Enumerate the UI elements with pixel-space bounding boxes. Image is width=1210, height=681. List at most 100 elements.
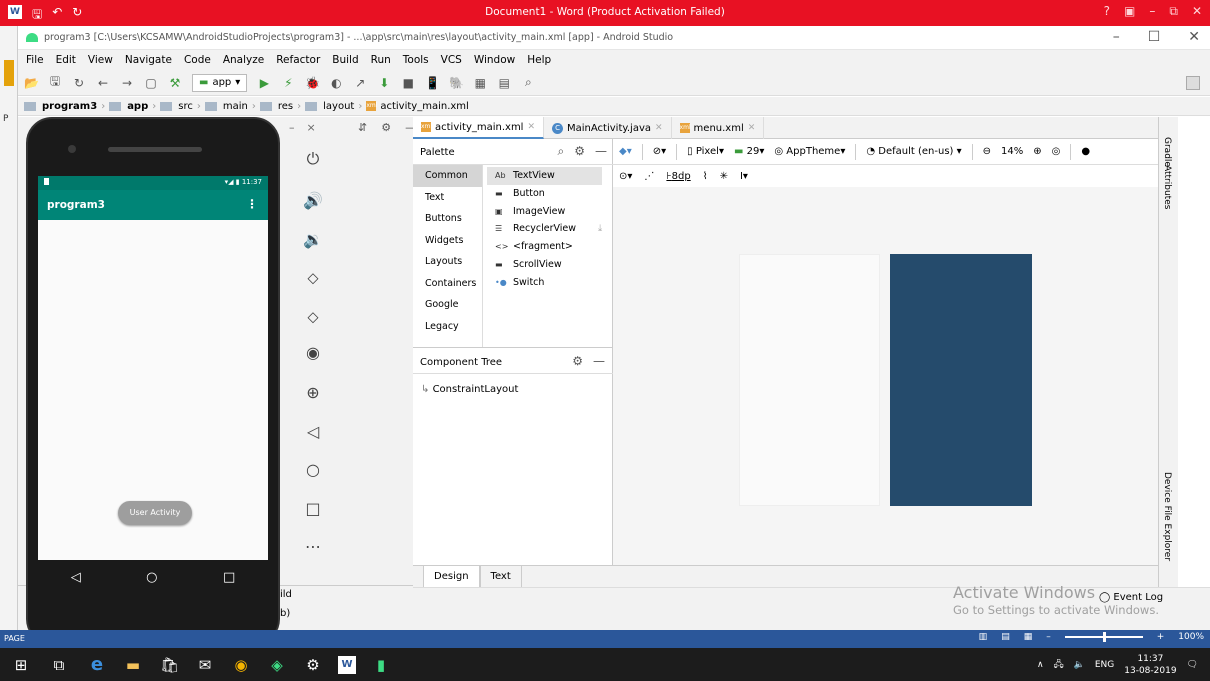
emulator-close-button[interactable]: × <box>307 121 316 134</box>
zoom-in-button[interactable]: + <box>1157 632 1165 642</box>
close-button[interactable]: ✕ <box>1192 4 1202 19</box>
help-button[interactable]: ? <box>1104 4 1110 19</box>
download-icon[interactable]: ⤓ <box>598 220 602 238</box>
edge-icon[interactable]: e <box>88 656 106 674</box>
palette-category[interactable]: Containers <box>413 273 482 295</box>
breadcrumb-item[interactable]: main <box>223 101 248 112</box>
palette-category[interactable]: Layouts <box>413 251 482 273</box>
project-structure-icon[interactable]: ▤ <box>497 76 511 90</box>
tab-design[interactable]: Design <box>423 566 480 588</box>
stop-icon[interactable]: ■ <box>401 76 415 90</box>
forward-arrow-icon[interactable]: → <box>120 76 134 90</box>
power-icon[interactable]: ⏻ <box>303 149 323 169</box>
avd-manager-icon[interactable]: 📱 <box>425 76 440 90</box>
emulator-minimize-button[interactable]: – <box>289 121 295 134</box>
clear-constraints-icon[interactable]: ⌇ <box>703 171 708 182</box>
rotate-right-icon[interactable]: ⬦ <box>303 307 323 327</box>
design-canvas[interactable] <box>613 187 1158 565</box>
split-icon[interactable]: ⇵ <box>358 121 367 134</box>
tray-chevron-icon[interactable]: ∧ <box>1037 660 1044 670</box>
orientation-icon[interactable]: ⊘▾ <box>653 146 666 157</box>
settings-icon[interactable]: ⚙ <box>304 656 322 674</box>
home-icon[interactable]: ○ <box>303 460 323 479</box>
gradle-tool-tab[interactable]: Gradle <box>1162 137 1172 167</box>
design-view-surface[interactable] <box>739 254 880 506</box>
gear-icon[interactable]: ⚙ <box>572 354 583 368</box>
autoconnect-icon[interactable]: ⋰ <box>644 171 654 182</box>
task-view-icon[interactable]: ⧉ <box>50 656 68 674</box>
notifications-icon[interactable]: 🗨 <box>1187 660 1198 670</box>
menu-code[interactable]: Code <box>184 54 211 66</box>
layout-inspector-icon[interactable]: ▦ <box>473 76 487 90</box>
word-taskbar-icon[interactable]: W <box>338 656 356 674</box>
breadcrumb-item[interactable]: program3 <box>42 101 97 112</box>
menu-analyze[interactable]: Analyze <box>223 54 264 66</box>
warning-icon[interactable]: ● <box>1081 146 1090 157</box>
restore-button[interactable]: ⧉ <box>1169 4 1178 19</box>
tree-node[interactable]: ↳ ConstraintLayout <box>421 384 518 395</box>
menu-build[interactable]: Build <box>332 54 358 66</box>
search-icon[interactable]: ⌕ <box>521 75 535 90</box>
layout-icon[interactable]: ▢ <box>144 76 158 90</box>
menu-run[interactable]: Run <box>371 54 391 66</box>
zoom-percent[interactable]: 100% <box>1178 632 1204 642</box>
as-maximize-button[interactable]: ☐ <box>1148 29 1161 45</box>
menu-help[interactable]: Help <box>527 54 551 66</box>
store-icon[interactable]: 🛍 <box>160 656 179 674</box>
device-selector[interactable]: ▯ Pixel▾ <box>687 146 724 157</box>
emulator-taskbar-icon[interactable]: ▮ <box>372 656 390 674</box>
clock[interactable]: 11:37 13-08-2019 <box>1124 653 1176 677</box>
breadcrumb-item[interactable]: layout <box>323 101 354 112</box>
default-margin[interactable]: ⊦8dp <box>666 171 690 182</box>
open-folder-icon[interactable]: 📂 <box>24 76 39 90</box>
palette-item[interactable]: ▬ Button <box>487 185 602 203</box>
overview-icon[interactable]: □ <box>303 499 323 518</box>
network-icon[interactable]: 🖧 <box>1054 657 1064 673</box>
apply-changes-icon[interactable]: ⚡ <box>281 76 295 90</box>
menu-navigate[interactable]: Navigate <box>125 54 172 66</box>
view-options-icon[interactable]: ⊙▾ <box>619 171 632 182</box>
nav-recents-icon[interactable]: □ <box>223 570 235 585</box>
palette-item[interactable]: Ab TextView <box>487 167 603 185</box>
sync-gradle-icon[interactable]: 🐘 <box>449 76 464 90</box>
sync-icon[interactable]: ↻ <box>72 76 86 90</box>
zoom-out-button[interactable]: – <box>1046 632 1051 642</box>
gear-icon[interactable]: ⚙ <box>574 144 585 159</box>
hide-icon[interactable]: — <box>593 354 605 368</box>
zoom-icon[interactable]: ⊕ <box>303 383 323 402</box>
camera-icon[interactable]: ◉ <box>303 343 323 362</box>
api-selector[interactable]: ▬ 29▾ <box>734 146 764 157</box>
palette-item[interactable]: ▣ ImageView <box>487 203 602 221</box>
zoom-in-icon[interactable]: ⊕ <box>1033 146 1041 157</box>
debug-icon[interactable]: 🐞 <box>305 76 320 90</box>
palette-category[interactable]: Google <box>413 294 482 316</box>
tab-main-activity[interactable]: C MainActivity.java ✕ <box>544 117 672 139</box>
read-mode-icon[interactable]: ▥ <box>979 632 988 642</box>
rotate-left-icon[interactable]: ⬦ <box>303 268 323 288</box>
profile-icon[interactable]: ◐ <box>329 76 343 90</box>
tab-activity-main[interactable]: xml activity_main.xml ✕ <box>413 117 545 139</box>
menu-refactor[interactable]: Refactor <box>276 54 320 66</box>
attach-debugger-icon[interactable]: ↗ <box>353 76 367 90</box>
search-icon[interactable]: ⌕ <box>558 144 565 159</box>
user-icon[interactable] <box>1186 76 1200 90</box>
palette-item[interactable]: <> <fragment> <box>487 238 602 256</box>
print-layout-icon[interactable]: ▤ <box>1001 632 1010 642</box>
volume-up-icon[interactable]: 🔊 <box>303 191 323 210</box>
tab-text[interactable]: Text <box>479 566 522 588</box>
nav-home-icon[interactable]: ○ <box>146 570 157 585</box>
palette-category[interactable]: Legacy <box>413 316 482 338</box>
event-log-button[interactable]: ◯ Event Log <box>1099 592 1163 603</box>
theme-selector[interactable]: ◎ AppTheme▾ <box>774 146 845 157</box>
hide-icon[interactable]: — <box>595 144 607 159</box>
menu-edit[interactable]: Edit <box>56 54 76 66</box>
menu-vcs[interactable]: VCS <box>441 54 462 66</box>
emulator-screen[interactable]: ▾◢ ▮ 11:37 program3 ⋮ User Activity <box>38 176 268 560</box>
chrome-icon[interactable]: ◉ <box>232 656 250 674</box>
overflow-menu-icon[interactable]: ⋮ <box>246 197 258 211</box>
zoom-fit-icon[interactable]: ◎ <box>1052 146 1061 157</box>
language-indicator[interactable]: ENG <box>1095 660 1114 670</box>
infer-constraints-icon[interactable]: ✳ <box>720 171 728 182</box>
palette-item[interactable]: •● Switch <box>487 274 602 292</box>
run-config-selector[interactable]: ▬ app ▾ <box>192 73 248 92</box>
